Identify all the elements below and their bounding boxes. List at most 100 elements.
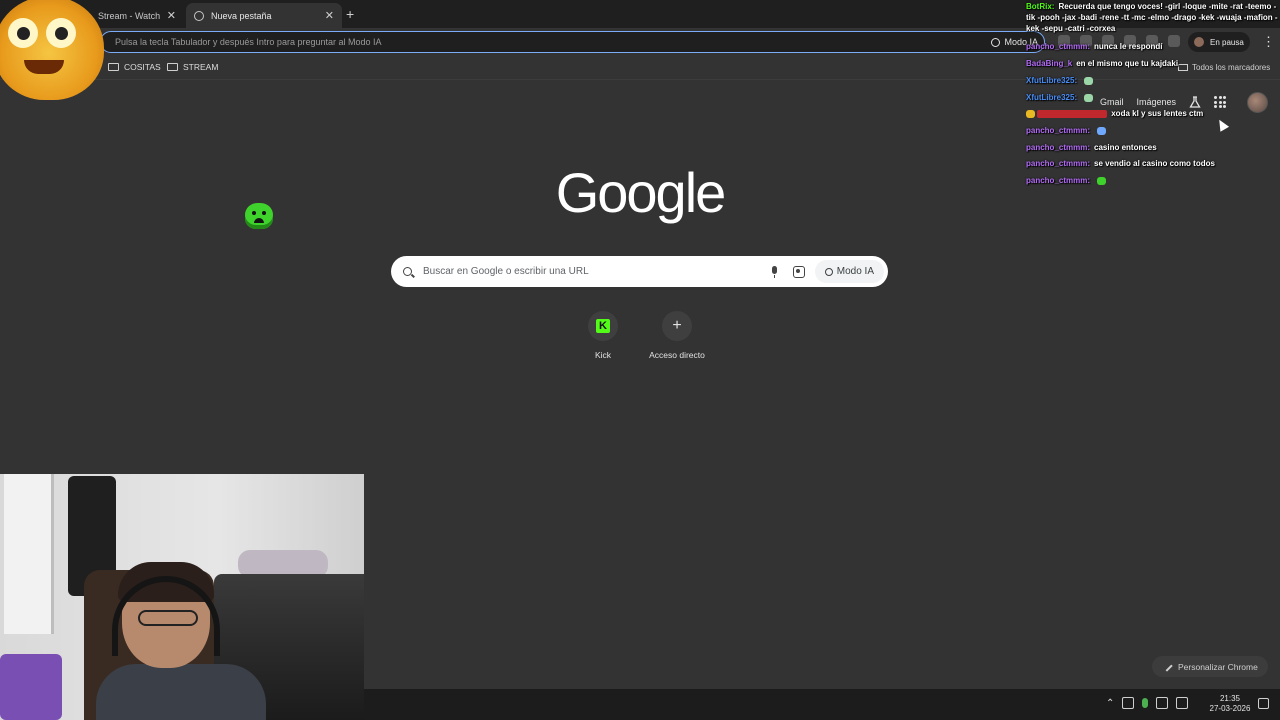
- google-logo: Google: [555, 161, 727, 224]
- chat-message: XfutLibre325:: [1026, 92, 1094, 103]
- green-emote-overlay: [245, 203, 273, 229]
- folder-icon: [1178, 64, 1188, 71]
- microphone-icon[interactable]: [1142, 698, 1149, 708]
- kick-icon: K: [596, 319, 610, 333]
- all-bookmarks-button[interactable]: Todos los marcadores: [1178, 63, 1270, 72]
- chat-text: casino entonces: [1094, 143, 1157, 152]
- address-bar[interactable]: Pulsa la tecla Tabulador y después Intro…: [100, 31, 1045, 53]
- close-icon[interactable]: ✕: [325, 9, 334, 22]
- pencil-icon: [1161, 660, 1173, 672]
- chat-text: nunca le respondí: [1094, 42, 1163, 51]
- chat-message: xoda kl y sus lentes ctm: [1026, 108, 1203, 119]
- tab-title: Nueva pestaña: [211, 10, 272, 21]
- chat-username: BadaBing_k: [1026, 59, 1073, 68]
- tab-new-tab[interactable]: Nueva pestaña ✕: [186, 3, 342, 28]
- emote-icon: [1084, 93, 1094, 102]
- webcam-overlay: [0, 474, 364, 720]
- chat-username: pancho_ctmmm:: [1026, 176, 1091, 185]
- chat-text: se vendio al casino como todos: [1094, 159, 1215, 168]
- shortcut-label: Kick: [594, 350, 612, 360]
- close-icon[interactable]: ✕: [167, 9, 176, 22]
- emote-icon: [1084, 76, 1094, 85]
- clock[interactable]: 21:35 27-03-2026: [1206, 694, 1254, 714]
- chat-username: pancho_ctmmm:: [1026, 143, 1091, 152]
- chat-message: pancho_ctmmm: casino entonces: [1026, 142, 1157, 153]
- emote-icon: [1097, 176, 1107, 185]
- address-bar-placeholder: Pulsa la tecla Tabulador y después Intro…: [115, 37, 382, 47]
- chat-text: Recuerda que tengo voces! -girl -loque -…: [1026, 2, 1278, 33]
- webcam-window: [4, 474, 54, 634]
- emote-overlay: [0, 0, 104, 100]
- chat-message: BadaBing_k en el mismo que tu kajdaki: [1026, 58, 1178, 69]
- chat-message: pancho_ctmmm:: [1026, 175, 1107, 186]
- ai-mode-label: Modo IA: [836, 266, 874, 277]
- chat-text: en el mismo que tu kajdaki: [1076, 59, 1179, 68]
- paused-label: En pausa: [1210, 37, 1244, 47]
- all-bookmarks-label: Todos los marcadores: [1192, 63, 1271, 72]
- bookmark-label: COSITAS: [124, 62, 161, 72]
- chat-username: BotRix:: [1026, 2, 1055, 11]
- network-icon[interactable]: [1156, 697, 1169, 709]
- emote-eye: [46, 18, 76, 48]
- ai-mode-button[interactable]: Modo IA: [814, 260, 884, 283]
- avatar: [1194, 37, 1204, 47]
- shortcut-icon-tile: +: [662, 311, 692, 341]
- chat-username-redacted: [1037, 109, 1108, 118]
- webcam-basket: [0, 654, 62, 720]
- search-input[interactable]: Buscar en Google o escribir una URL: [423, 266, 771, 277]
- customize-label: Personalizar Chrome: [1178, 661, 1258, 672]
- system-tray: ⌃: [1106, 697, 1189, 709]
- volume-icon[interactable]: [1176, 697, 1189, 709]
- webcam-person: [112, 562, 222, 682]
- gmail-link[interactable]: Gmail: [1100, 97, 1124, 107]
- folder-icon: [108, 63, 119, 71]
- chat-message: pancho_ctmmm: se vendio al casino como to…: [1026, 158, 1215, 169]
- chat-message-botrix: BotRix: Recuerda que tengo voces! -girl -…: [1026, 1, 1278, 34]
- crown-icon: [1026, 109, 1035, 118]
- google-lens-icon[interactable]: [792, 265, 805, 278]
- chat-message: pancho_ctmmm: nunca le respondí: [1026, 41, 1162, 52]
- mouse-cursor: [1214, 117, 1230, 132]
- new-tab-button[interactable]: +: [346, 6, 354, 22]
- chat-message: XfutLibre325:: [1026, 75, 1094, 86]
- chat-text: xoda kl y sus lentes ctm: [1111, 109, 1204, 118]
- ntp-header-links: Gmail Imágenes: [1100, 96, 1239, 108]
- labs-flask-icon[interactable]: [1189, 96, 1201, 108]
- notifications-icon[interactable]: [1258, 698, 1269, 709]
- account-avatar[interactable]: [1247, 92, 1268, 113]
- profile-paused-button[interactable]: En pausa: [1188, 32, 1250, 52]
- customize-chrome-button[interactable]: Personalizar Chrome: [1152, 656, 1268, 677]
- emote-eye: [8, 18, 38, 48]
- discord-icon[interactable]: [1122, 697, 1135, 709]
- apps-grid-icon[interactable]: [1214, 96, 1227, 108]
- bookmark-folder-stream[interactable]: STREAM: [167, 62, 218, 72]
- chat-username: XfutLibre325:: [1026, 76, 1078, 85]
- bookmark-folder-cositas[interactable]: COSITAS: [108, 62, 161, 72]
- clock-date: 27-03-2026: [1209, 704, 1251, 713]
- more-menu-icon[interactable]: ⋮: [1262, 34, 1275, 50]
- search-box[interactable]: Buscar en Google o escribir una URL Modo…: [391, 256, 888, 287]
- clock-time: 21:35: [1219, 694, 1241, 703]
- tab-stream[interactable]: Stream - Watch Li ✕: [90, 3, 184, 28]
- chrome-icon: [194, 10, 204, 21]
- shortcut-add[interactable]: + Acceso directo: [637, 311, 717, 360]
- folder-icon: [167, 63, 178, 71]
- chevron-up-icon[interactable]: ⌃: [1106, 698, 1114, 709]
- chat-username: XfutLibre325:: [1026, 93, 1078, 102]
- extensions-puzzle-icon[interactable]: [1168, 35, 1180, 47]
- tab-title: Stream - Watch Li: [98, 10, 163, 21]
- microphone-icon[interactable]: [771, 265, 779, 278]
- emote-mouth: [24, 60, 64, 74]
- images-link[interactable]: Imágenes: [1137, 97, 1177, 107]
- shortcut-icon-tile: K: [588, 311, 618, 341]
- chat-message: pancho_ctmmm:: [1026, 125, 1107, 136]
- chat-username: pancho_ctmmm:: [1026, 159, 1091, 168]
- bookmark-label: STREAM: [183, 62, 219, 72]
- search-icon: [403, 267, 412, 276]
- plus-icon: +: [672, 317, 682, 334]
- chat-username: pancho_ctmmm:: [1026, 42, 1091, 51]
- shortcut-kick[interactable]: K Kick: [563, 311, 643, 360]
- chat-username: pancho_ctmmm:: [1026, 126, 1091, 135]
- shortcut-label: Acceso directo: [649, 350, 705, 360]
- search-icon: [991, 37, 1001, 47]
